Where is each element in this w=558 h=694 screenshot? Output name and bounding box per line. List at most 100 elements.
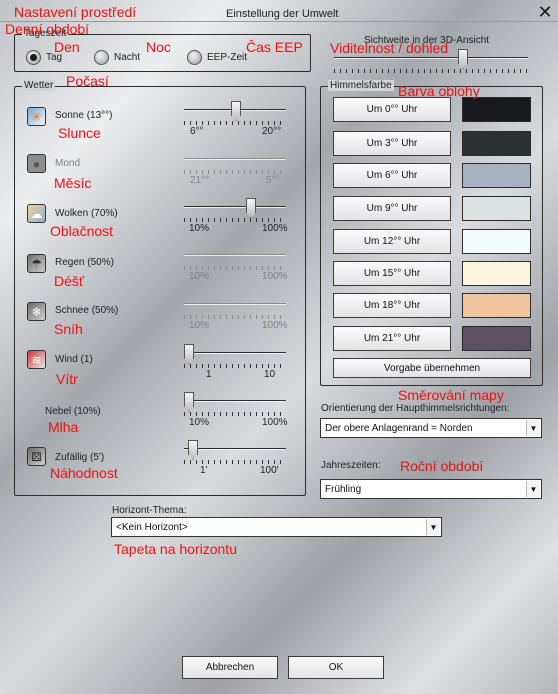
annotation-wind: Vítr (56, 371, 78, 387)
dice-icon[interactable]: ⚄ (27, 447, 46, 466)
horizon-select[interactable]: <Kein Horizont> ▼ (111, 517, 442, 537)
chevron-down-icon[interactable]: ▼ (526, 481, 540, 497)
annotation-day: Den (54, 39, 80, 55)
sun-label: Sonne (13°°) (55, 110, 113, 121)
annotation-seasons: Roční období (400, 458, 484, 474)
rain-max-label: 100% (262, 271, 288, 282)
fog-min-label: 10% (189, 417, 210, 428)
horizon-value: <Kein Horizont> (116, 522, 188, 533)
annotation-snow: Sníh (54, 321, 83, 337)
rain-icon[interactable]: ☂ (27, 254, 46, 273)
sky-time-button-12[interactable]: Um 12°° Uhr (333, 229, 451, 254)
sky-color-swatch-3[interactable] (462, 131, 531, 156)
fog-slider[interactable]: 10% 100% (184, 392, 288, 432)
rain-label: Regen (50%) (55, 257, 114, 268)
cloud-icon[interactable]: ☁ (27, 204, 46, 223)
sun-slider-thumb[interactable] (231, 101, 241, 121)
random-min-label: 1' (200, 465, 208, 476)
annotation-horizon-wallpaper: Tapeta na horizontu (114, 541, 237, 557)
moon-slider: 21°° 5°° (184, 150, 286, 190)
annotation-sky-color: Barva oblohy (398, 83, 480, 99)
rain-slider[interactable]: 10% 100% (184, 246, 288, 286)
snow-max-label: 100% (262, 320, 288, 331)
annotation-sun: Slunce (58, 125, 101, 141)
wind-label: Wind (1) (55, 354, 93, 365)
sky-time-button-3[interactable]: Um 3°° Uhr (333, 131, 451, 156)
snow-slider[interactable]: 10% 100% (184, 295, 288, 335)
orientation-value: Der obere Anlagenrand = Norden (325, 423, 473, 434)
orientation-select[interactable]: Der obere Anlagenrand = Norden ▼ (320, 418, 542, 438)
sky-color-swatch-0[interactable] (462, 97, 531, 122)
horizon-label: Horizont-Thema: (112, 505, 187, 516)
annotation-moon: Měsíc (54, 175, 92, 191)
sun-max-label: 20°° (262, 126, 282, 137)
sky-color-swatch-21[interactable] (462, 326, 531, 351)
annotation-random: Náhodnost (50, 465, 118, 481)
sky-time-button-0[interactable]: Um 0°° Uhr (333, 97, 451, 122)
sky-color-swatch-12[interactable] (462, 229, 531, 254)
fog-max-label: 100% (262, 417, 288, 428)
sun-min-label: 6°° (190, 126, 204, 137)
random-label: Zufällig (5') (55, 452, 105, 463)
seasons-value: Frühling (325, 484, 362, 495)
sky-time-button-9[interactable]: Um 9°° Uhr (333, 196, 451, 221)
clouds-max-label: 100% (262, 223, 288, 234)
wind-min-label: 1 (206, 369, 212, 380)
annotation-fog: Mlha (48, 419, 79, 435)
close-icon[interactable]: ✕ (537, 3, 553, 21)
wind-max-label: 10 (264, 369, 276, 380)
wind-icon[interactable]: ≋ (27, 350, 46, 369)
sky-time-button-15[interactable]: Um 15°° Uhr (333, 261, 451, 286)
radio-night[interactable] (94, 50, 109, 65)
radio-day[interactable] (26, 50, 41, 65)
visibility-slider-thumb[interactable] (458, 49, 468, 69)
weather-legend: Wetter (22, 80, 56, 91)
sky-color-swatch-9[interactable] (462, 196, 531, 221)
apply-default-button[interactable]: Vorgabe übernehmen (333, 358, 531, 378)
seasons-select[interactable]: Frühling ▼ (320, 479, 542, 499)
clouds-label: Wolken (70%) (55, 208, 118, 219)
sun-slider[interactable]: 6°° 20°° (184, 101, 286, 141)
annotation-clouds: Oblačnost (50, 223, 114, 239)
window-title: Einstellung der Umwelt (226, 8, 339, 20)
sky-time-button-21[interactable]: Um 21°° Uhr (333, 326, 451, 351)
sky-time-button-6[interactable]: Um 6°° Uhr (333, 163, 451, 188)
orientation-label: Orientierung der Haupthimmelsrichtungen: (321, 403, 510, 414)
annotation-settings: Nastavení prostředí (14, 4, 137, 20)
radio-eep-time-label: EEP-Zeit (207, 52, 248, 63)
moon-min-label: 21°° (190, 175, 210, 186)
radio-eep-time[interactable] (187, 50, 202, 65)
sky-color-swatch-6[interactable] (462, 163, 531, 188)
sky-color-swatch-18[interactable] (462, 293, 531, 318)
ok-button[interactable]: OK (288, 656, 384, 679)
sky-time-button-18[interactable]: Um 18°° Uhr (333, 293, 451, 318)
annotation-map-orientation: Směrování mapy (398, 387, 504, 403)
sky-color-legend: Himmelsfarbe (328, 80, 394, 91)
clouds-slider[interactable]: 10% 100% (184, 198, 288, 238)
clouds-slider-thumb[interactable] (246, 198, 256, 218)
annotation-daytime: Denní období (5, 21, 90, 37)
moon-icon: ● (27, 154, 46, 173)
random-slider[interactable]: 1' 100' (184, 440, 286, 480)
chevron-down-icon[interactable]: ▼ (526, 420, 540, 436)
annotation-visibility: Viditelnost / dohled (330, 40, 449, 56)
seasons-label: Jahreszeiten: (321, 460, 381, 471)
annotation-eep-time: Čas EEP (246, 39, 303, 55)
rain-min-label: 10% (189, 271, 210, 282)
fog-slider-thumb[interactable] (184, 392, 194, 412)
cancel-button[interactable]: Abbrechen (182, 656, 278, 679)
wind-slider[interactable]: 1 10 (184, 344, 286, 384)
annotation-rain: Déšť (54, 273, 85, 289)
chevron-down-icon[interactable]: ▼ (426, 519, 440, 535)
sky-color-swatch-15[interactable] (462, 261, 531, 286)
snow-icon[interactable]: ❄ (27, 302, 46, 321)
fog-label: Nebel (10%) (45, 406, 101, 417)
random-slider-thumb[interactable] (188, 440, 198, 460)
random-max-label: 100' (260, 465, 279, 476)
radio-night-label: Nacht (114, 52, 141, 63)
annotation-weather: Počasí (66, 73, 109, 89)
annotation-night: Noc (146, 39, 171, 55)
snow-label: Schnee (50%) (55, 305, 119, 316)
wind-slider-thumb[interactable] (184, 344, 194, 364)
sun-icon[interactable]: ☀ (27, 107, 46, 126)
